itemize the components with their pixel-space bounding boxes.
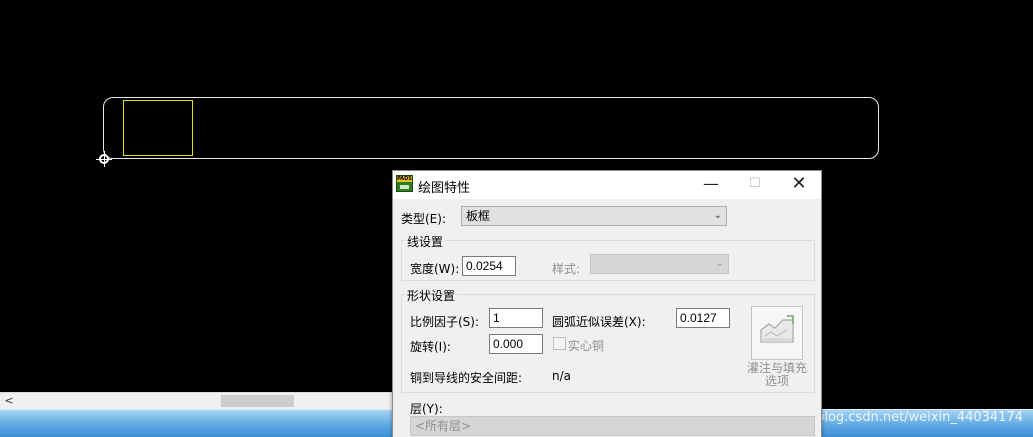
shape-settings-title: 形状设置 bbox=[405, 287, 458, 304]
pour-fill-icon bbox=[760, 315, 794, 343]
width-label: 宽度(W): bbox=[410, 262, 460, 276]
line-settings-title: 线设置 bbox=[405, 233, 446, 250]
type-select[interactable]: 板框 ⌄ bbox=[461, 206, 727, 226]
solid-copper-label: 实心铜 bbox=[568, 339, 605, 353]
layer-label: 层(Y): bbox=[410, 402, 443, 416]
rotation-input[interactable] bbox=[489, 334, 543, 354]
style-select: ⌄ bbox=[590, 254, 729, 274]
close-icon: ✕ bbox=[791, 173, 807, 194]
minimize-icon: — bbox=[703, 174, 719, 193]
chevron-down-icon: ⌄ bbox=[713, 210, 722, 221]
scrollbar-thumb[interactable] bbox=[221, 395, 294, 407]
scroll-left-arrow[interactable]: < bbox=[2, 393, 16, 409]
width-input[interactable] bbox=[462, 256, 516, 276]
arc-error-label: 圆弧近似误差(X): bbox=[552, 315, 646, 329]
layer-select-value: <所有层> bbox=[415, 419, 472, 433]
type-label: 类型(E): bbox=[401, 212, 446, 226]
drawing-properties-dialog: PADS 绘图特性 — ☐ ✕ 类型(E): 板框 ⌄ 线设置 宽度(W): 样… bbox=[392, 170, 822, 437]
chevron-down-icon: ⌄ bbox=[715, 258, 724, 269]
solid-copper-checkbox[interactable] bbox=[553, 337, 566, 350]
origin-marker-icon bbox=[96, 151, 112, 167]
dialog-titlebar[interactable]: PADS 绘图特性 — ☐ ✕ bbox=[393, 171, 821, 199]
pads-app-icon: PADS bbox=[396, 175, 413, 192]
maximize-icon: ☐ bbox=[749, 176, 761, 191]
layer-select: <所有层> bbox=[410, 416, 815, 436]
dialog-title: 绘图特性 bbox=[418, 181, 471, 196]
maximize-button[interactable]: ☐ bbox=[733, 171, 777, 199]
pads-logo-text: PADS bbox=[397, 176, 412, 182]
scale-factor-input[interactable] bbox=[489, 308, 543, 328]
arc-error-input[interactable] bbox=[676, 308, 730, 328]
pour-fill-options-button[interactable] bbox=[751, 306, 803, 360]
close-button[interactable]: ✕ bbox=[777, 171, 821, 199]
rotation-label: 旋转(I): bbox=[410, 340, 451, 354]
board-outline[interactable] bbox=[103, 97, 879, 159]
component-outline[interactable] bbox=[123, 100, 193, 156]
pour-fill-options-label: 灌注与填充选项 bbox=[746, 361, 807, 388]
minimize-button[interactable]: — bbox=[689, 171, 733, 199]
style-label: 样式: bbox=[552, 262, 581, 276]
clearance-label: 铜到导线的安全间距: bbox=[410, 371, 523, 385]
clearance-value: n/a bbox=[552, 369, 572, 383]
type-select-value: 板框 bbox=[466, 209, 491, 223]
horizontal-scrollbar[interactable]: < bbox=[0, 392, 392, 409]
scale-factor-label: 比例因子(S): bbox=[410, 315, 480, 329]
